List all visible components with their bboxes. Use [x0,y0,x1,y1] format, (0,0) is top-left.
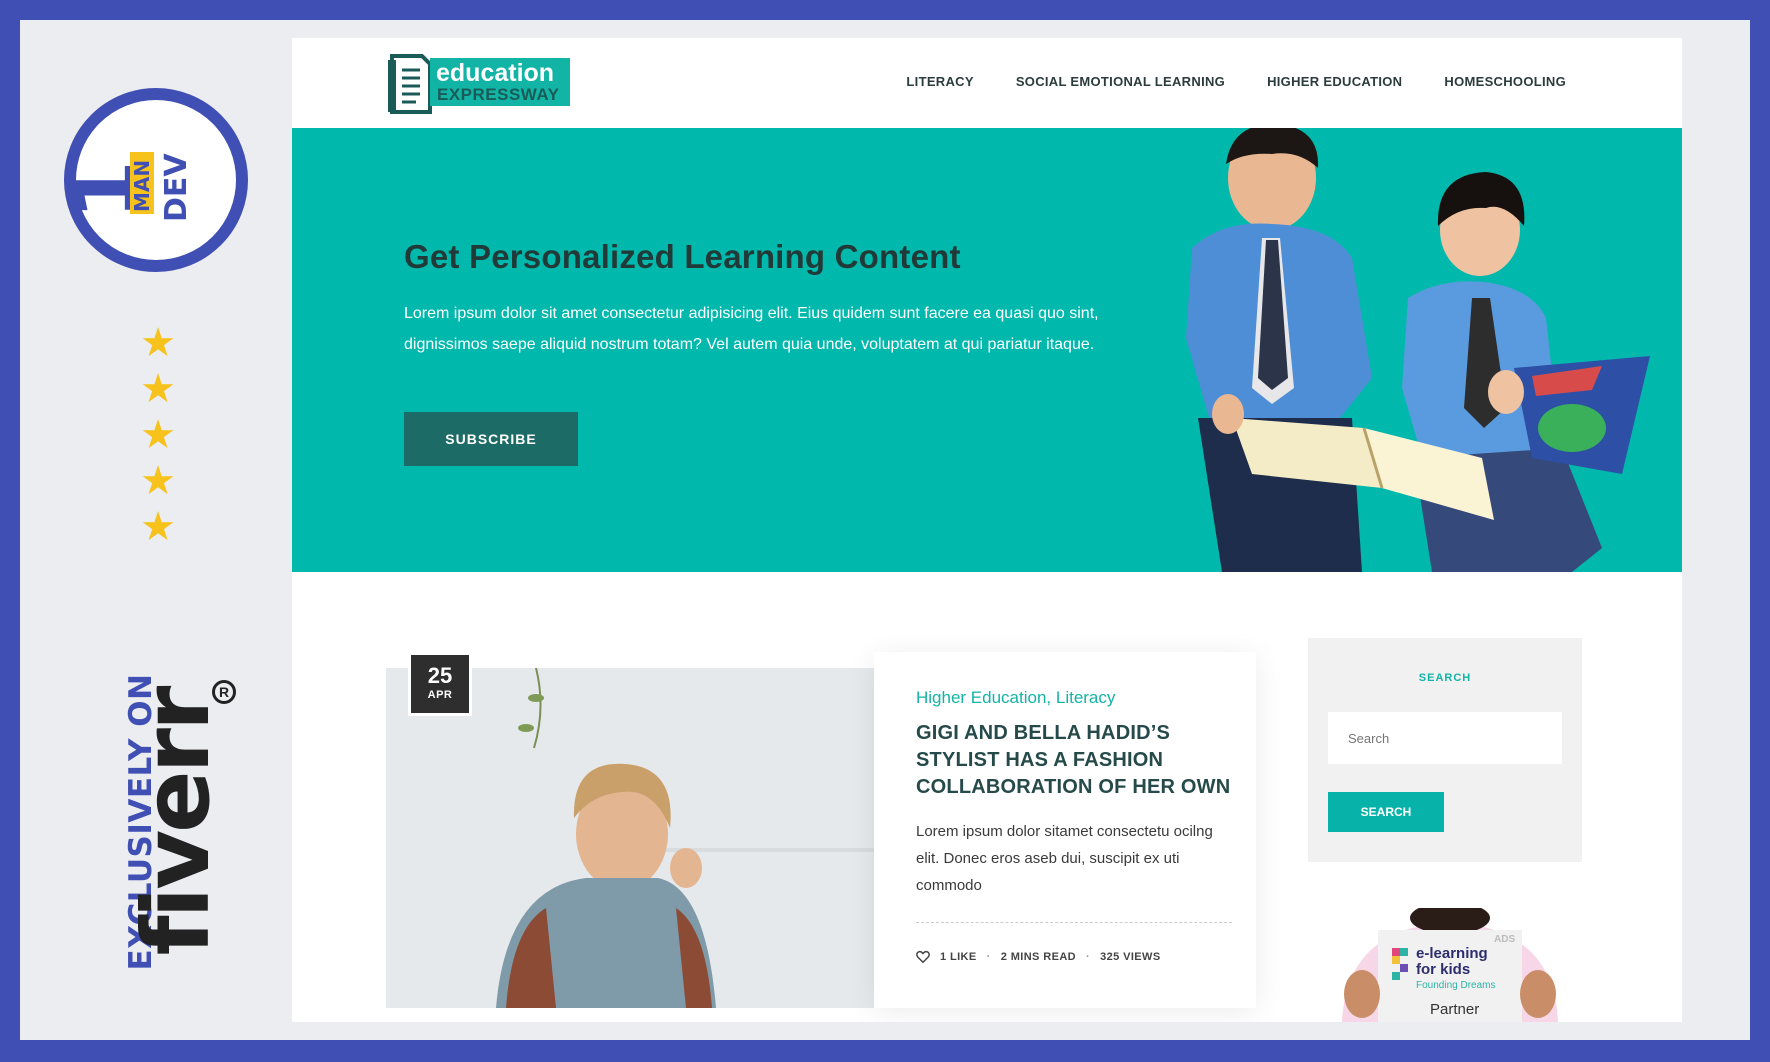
website-preview: education EXPRESSWAY LITERACY SOCIAL EMO… [292,38,1682,1022]
hero-section: Get Personalized Learning Content Lorem … [292,128,1682,572]
logo-line-2: EXPRESSWAY [437,85,560,104]
svg-text:e-learning: e-learning [1416,945,1488,962]
svg-text:DEV: DEV [159,153,194,222]
svg-text:MAN: MAN [130,160,154,212]
nav-literacy[interactable]: LITERACY [906,74,973,89]
meta-separator: · [986,951,991,963]
search-button[interactable]: SEARCH [1328,792,1444,832]
post-title[interactable]: GIGI AND BELLA HADID’S STYLIST HAS A FAS… [916,720,1246,801]
nav-social-emotional-learning[interactable]: SOCIAL EMOTIONAL LEARNING [1016,74,1225,89]
nav-higher-education[interactable]: HIGHER EDUCATION [1267,74,1402,89]
main-nav: LITERACY SOCIAL EMOTIONAL LEARNING HIGHE… [906,74,1566,89]
search-widget-title: SEARCH [1418,672,1472,684]
rating-stars: ★ ★ ★ ★ ★ [138,320,178,550]
post-date-badge: 25 APR [408,652,472,716]
post-meta: 1 LIKE · 2 MINS READ · 325 VIEWS [916,950,1161,964]
hero-title: Get Personalized Learning Content [404,238,961,275]
post-excerpt: Lorem ipsum dolor sitamet consectetu oci… [916,823,1213,894]
star-icon: ★ [140,366,176,412]
meta-separator: · [1086,951,1091,963]
post-read-time: 2 MINS READ [1000,951,1077,963]
site-header: education EXPRESSWAY LITERACY SOCIAL EMO… [292,38,1682,128]
svg-text:Partner: Partner [1430,1001,1479,1018]
svg-text:ADS: ADS [1494,934,1515,945]
star-icon: ★ [140,412,176,458]
logo-line-1: education [436,59,555,87]
star-icon: ★ [140,320,176,366]
badge-logo-icon: 1 MAN DEV [76,152,194,222]
subscribe-button[interactable]: SUBSCRIBE [404,412,578,466]
heart-icon[interactable] [916,950,930,964]
hero-kids-reading-image [1186,128,1650,572]
post-day: 25 [427,663,453,688]
star-icon: ★ [140,458,176,504]
fiverr-promo: EXCLUSIVELY ON fiverr R [82,660,252,980]
ad-image: ADS e-learning for kids Founding Dreams … [1342,908,1558,1022]
post-card: Higher Education, Literacy GIGI AND BELL… [874,652,1256,1008]
ad-banner[interactable]: ADS e-learning for kids Founding Dreams … [1332,908,1568,1022]
post-divider [916,922,1232,923]
promo-frame: 1 MAN DEV ★ ★ ★ ★ ★ EXCLUSIVELY ON fiver… [20,20,1750,1040]
svg-text:for kids: for kids [1416,961,1470,978]
promo-strip: 1 MAN DEV ★ ★ ★ ★ ★ EXCLUSIVELY ON fiver… [20,20,290,1040]
registered-mark: R [212,680,236,704]
post-categories[interactable]: Higher Education, Literacy [916,688,1115,708]
woman-portrait-image [386,668,874,1008]
svg-text:Founding Dreams: Founding Dreams [1416,980,1495,991]
site-logo[interactable]: education EXPRESSWAY [386,50,576,116]
post-likes: 1 LIKE [940,951,977,963]
book-logo-icon [388,54,432,114]
one-man-dev-badge: 1 MAN DEV [64,88,248,272]
search-input[interactable] [1328,712,1562,764]
post-views: 325 VIEWS [1100,951,1161,963]
nav-homeschooling[interactable]: HOMESCHOOLING [1444,74,1566,89]
post-month: APR [427,689,453,701]
search-widget: SEARCH SEARCH [1308,638,1582,862]
post-image[interactable] [386,668,874,1008]
star-icon: ★ [140,504,176,550]
fiverr-logo: fiverr [123,688,230,956]
hero-text: Lorem ipsum dolor sit amet consectetur a… [404,305,1099,353]
